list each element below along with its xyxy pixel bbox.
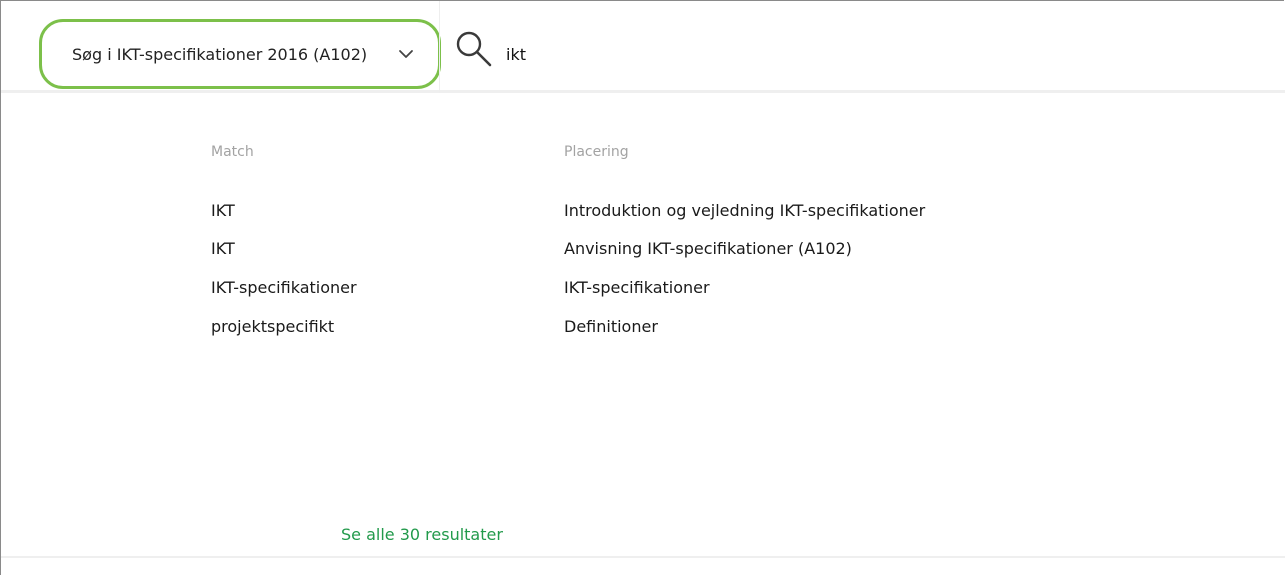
column-header-location: Placering — [564, 144, 629, 160]
search-panel: Søg i IKT-specifikationer 2016 (A102) Ma… — [0, 0, 1285, 575]
search-bar-divider — [439, 1, 440, 93]
result-location[interactable]: IKT-specifikationer — [564, 278, 710, 297]
result-location[interactable]: Definitioner — [564, 317, 658, 336]
panel-bottom-divider — [1, 556, 1285, 558]
column-header-match: Match — [211, 144, 254, 160]
result-match[interactable]: projektspecifikt — [211, 317, 334, 336]
result-match[interactable]: IKT — [211, 201, 235, 220]
result-location[interactable]: Introduktion og vejledning IKT-specifika… — [564, 201, 925, 220]
search-scope-dropdown[interactable]: Søg i IKT-specifikationer 2016 (A102) — [39, 19, 441, 89]
search-bar: Søg i IKT-specifikationer 2016 (A102) — [1, 1, 1285, 93]
result-match[interactable]: IKT — [211, 239, 235, 258]
result-match[interactable]: IKT-specifikationer — [211, 278, 357, 297]
search-input[interactable] — [506, 39, 1206, 69]
search-icon[interactable] — [454, 29, 494, 69]
chevron-down-icon — [399, 50, 413, 58]
result-location[interactable]: Anvisning IKT-specifikationer (A102) — [564, 239, 852, 258]
see-all-results-link[interactable]: Se alle 30 resultater — [341, 525, 503, 544]
search-scope-label: Søg i IKT-specifikationer 2016 (A102) — [72, 45, 368, 64]
